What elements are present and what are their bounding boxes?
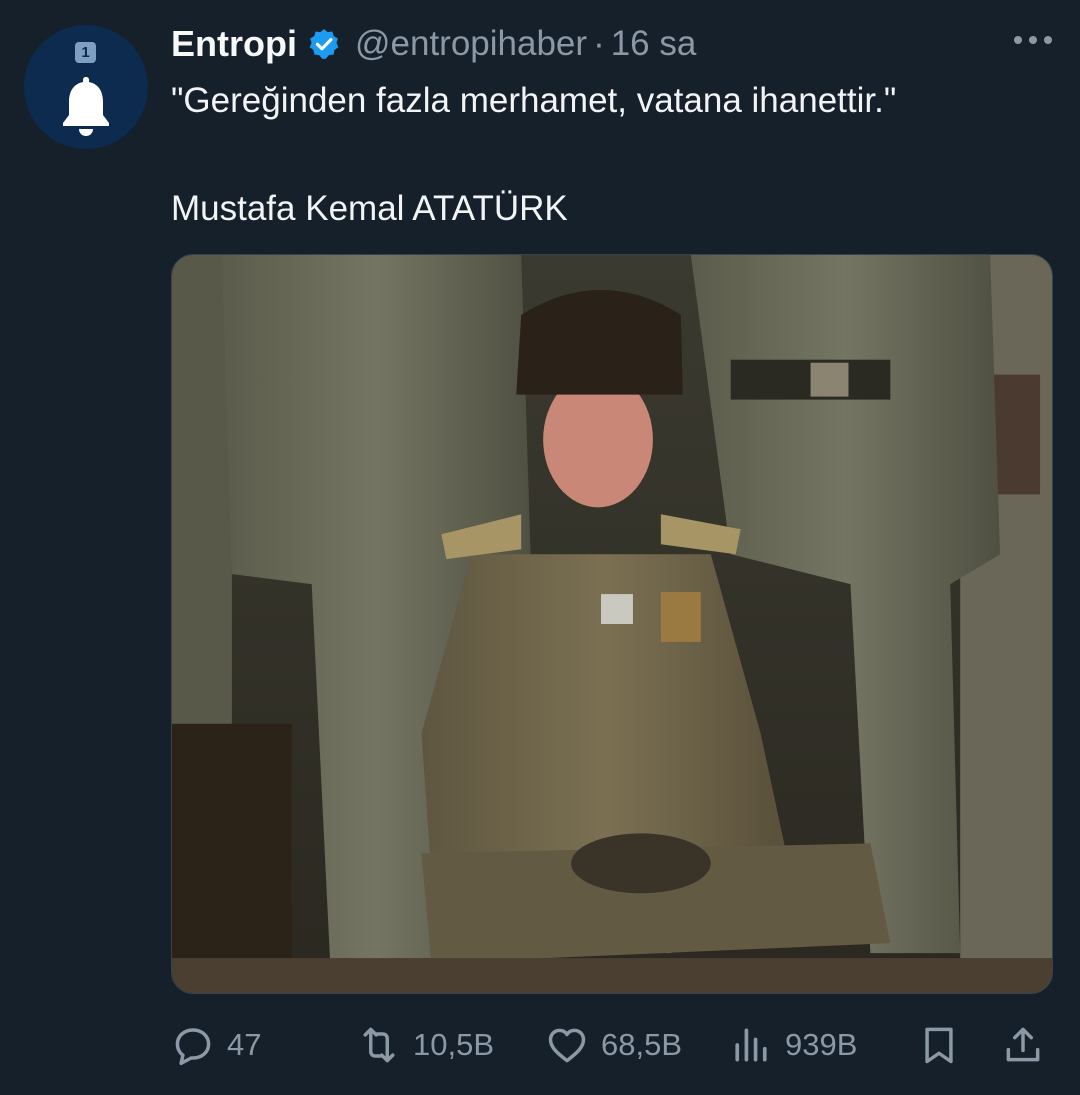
- like-button[interactable]: 68,5B: [545, 1020, 682, 1070]
- retweet-count: 10,5B: [413, 1027, 495, 1062]
- bell-icon: [63, 77, 109, 136]
- separator-dot: ·: [593, 24, 605, 63]
- share-icon: [1006, 1027, 1040, 1062]
- bookmark-icon: [925, 1027, 953, 1064]
- like-count: 68,5B: [601, 1027, 683, 1062]
- notification-badge: 1: [75, 42, 96, 63]
- more-options-icon[interactable]: [1014, 36, 1052, 44]
- views-icon: [735, 1028, 767, 1062]
- reply-button[interactable]: 47: [171, 1020, 261, 1070]
- avatar[interactable]: 1: [24, 25, 148, 149]
- tweet-actions: 47 10,5B 68,5B 939B: [171, 1020, 1053, 1070]
- reply-icon: [175, 1028, 211, 1066]
- author-name[interactable]: Entropi: [171, 23, 297, 65]
- reply-count: 47: [227, 1027, 262, 1062]
- heart-icon: [548, 1028, 586, 1063]
- retweet-icon: [363, 1027, 395, 1063]
- tweet[interactable]: 1 Entropi @entropihaber · 16 sa "Gereğin…: [0, 0, 1080, 1095]
- retweet-button[interactable]: 10,5B: [357, 1020, 494, 1070]
- views-button[interactable]: 939B: [729, 1020, 857, 1070]
- tweet-photo[interactable]: [171, 254, 1053, 994]
- photo-placeholder: [172, 255, 1052, 993]
- bookmark-button[interactable]: [917, 1020, 961, 1070]
- author-handle[interactable]: @entropihaber: [355, 24, 587, 64]
- share-button[interactable]: [1001, 1020, 1045, 1070]
- view-count: 939B: [785, 1027, 858, 1062]
- tweet-header: Entropi @entropihaber · 16 sa: [171, 20, 696, 68]
- timestamp[interactable]: 16 sa: [611, 24, 697, 64]
- tweet-quote: "Gereğinden fazla merhamet, vatana ihane…: [171, 81, 897, 120]
- tweet-attribution: Mustafa Kemal ATATÜRK: [171, 189, 568, 228]
- verified-badge-icon: [309, 29, 339, 59]
- tweet-text: "Gereğinden fazla merhamet, vatana ihane…: [171, 78, 896, 232]
